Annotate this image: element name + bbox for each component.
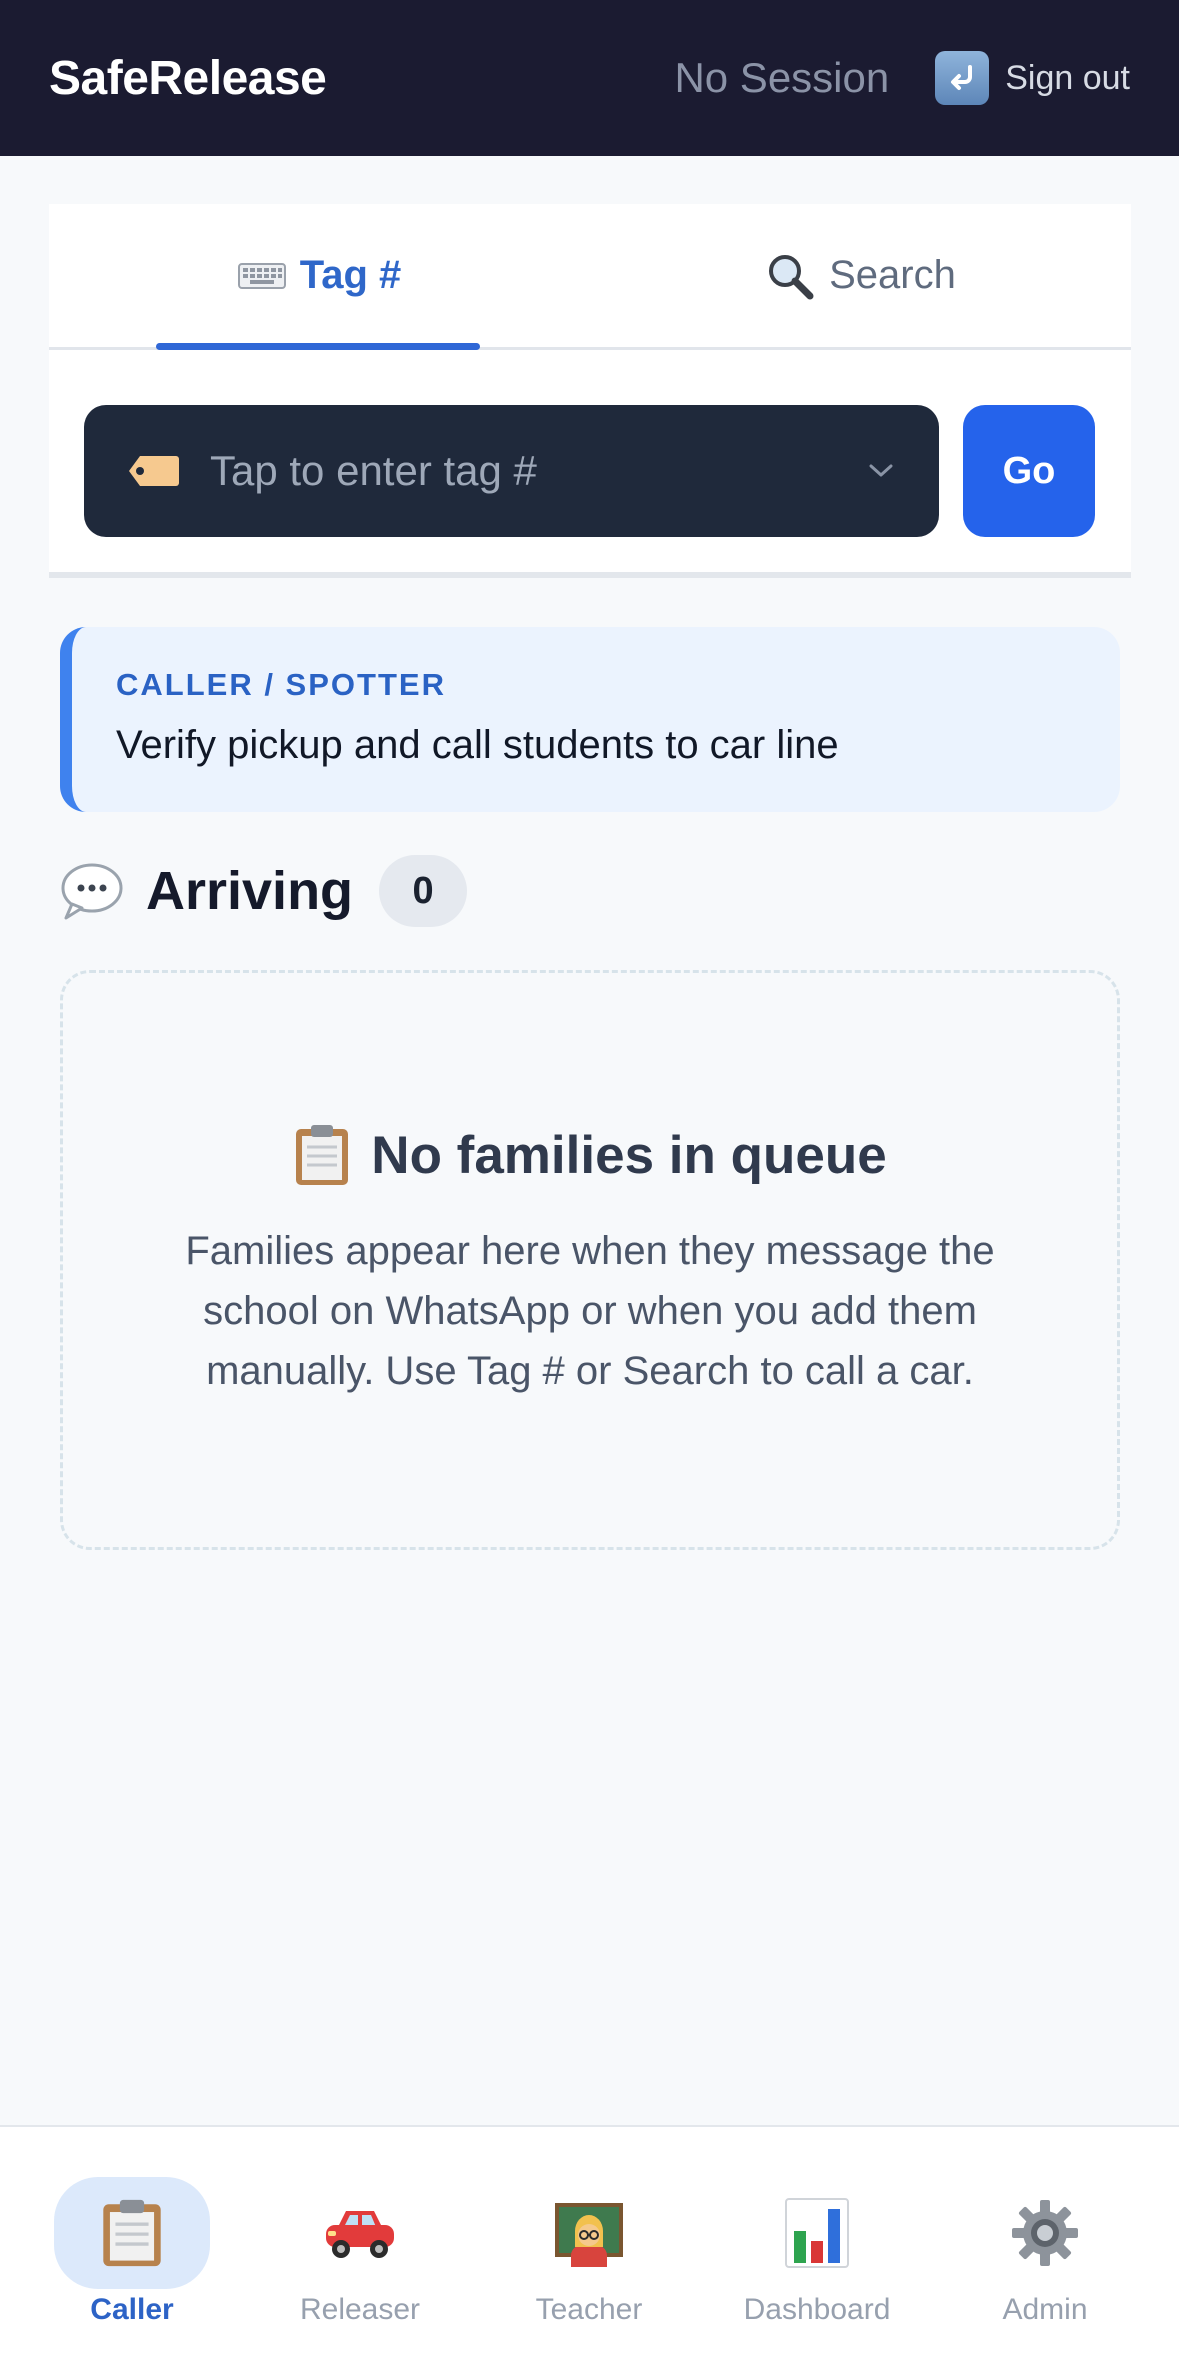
empty-state-message: Families appear here when they message t…: [185, 1229, 995, 1393]
tab-tag-number[interactable]: Tag #: [49, 204, 590, 347]
keyboard-icon: [237, 262, 286, 289]
nav-label-teacher: Teacher: [535, 2293, 643, 2326]
empty-state-title: No families in queue: [371, 1125, 887, 1185]
nav-icon-container: [511, 2177, 667, 2289]
tab-tag-label: Tag #: [299, 253, 402, 297]
tag-entry-row: Tap to enter tag # Go: [84, 405, 1096, 537]
nav-icon-container: [282, 2177, 438, 2289]
speech-bubble-icon: [61, 863, 123, 920]
nav-item-releaser[interactable]: Releaser: [260, 2177, 460, 2327]
header-actions: No Session Sign out: [674, 51, 1130, 105]
nav-icon-container: [967, 2177, 1123, 2289]
mode-tabs: Tag # Search: [49, 204, 1131, 350]
teacher-icon: [555, 2203, 623, 2267]
tag-number-input[interactable]: Tap to enter tag #: [84, 405, 939, 537]
clipboard-icon: [296, 1125, 349, 1185]
top-bar: SafeRelease No Session Sign out: [0, 0, 1179, 156]
sign-out-button[interactable]: Sign out: [935, 51, 1130, 105]
card-divider: [49, 572, 1131, 578]
gear-icon: [1012, 2200, 1078, 2266]
empty-queue-panel: No families in queue Families appear her…: [60, 970, 1120, 1550]
nav-label-releaser: Releaser: [299, 2293, 421, 2326]
tag-input-placeholder: Tap to enter tag #: [210, 447, 537, 494]
tag-icon: [129, 456, 179, 486]
return-arrow-icon: [935, 51, 990, 105]
bar-chart-icon: [785, 2198, 849, 2268]
empty-state-title-row: No families in queue: [293, 1123, 887, 1187]
arriving-title: Arriving: [146, 861, 354, 921]
role-description: Verify pickup and call students to car l…: [116, 723, 839, 767]
sign-out-label: Sign out: [1005, 58, 1130, 97]
nav-label-admin: Admin: [1002, 2293, 1088, 2326]
tab-search-label: Search: [829, 253, 956, 297]
active-tab-indicator: [156, 343, 480, 350]
role-banner: CALLER / SPOTTER Verify pickup and call …: [60, 627, 1120, 812]
nav-label-dashboard: Dashboard: [743, 2293, 891, 2326]
tab-search[interactable]: Search: [590, 204, 1131, 347]
role-title: CALLER / SPOTTER: [116, 667, 446, 702]
nav-item-caller[interactable]: Caller: [32, 2177, 232, 2327]
nav-item-teacher[interactable]: Teacher: [489, 2177, 689, 2327]
arriving-count-badge: 0: [379, 855, 468, 927]
nav-item-admin[interactable]: Admin: [945, 2177, 1145, 2327]
call-card: Tag # Search Tap to enter tag # Go: [49, 204, 1131, 578]
app-screen: SafeRelease No Session Sign out Tag # Se…: [0, 0, 1179, 2379]
arriving-header: Arriving 0: [60, 855, 468, 927]
magnifier-icon: [765, 251, 815, 301]
go-button[interactable]: Go: [963, 405, 1095, 537]
app-title: SafeRelease: [49, 51, 327, 105]
car-icon: [326, 2211, 394, 2258]
clipboard-icon: [103, 2199, 161, 2267]
nav-label-caller: Caller: [90, 2293, 174, 2326]
bottom-navigation: Caller Releaser Teacher Dashboard Admin: [0, 2125, 1179, 2379]
nav-icon-container: [54, 2177, 210, 2289]
chevron-down-icon: [869, 464, 893, 477]
session-status: No Session: [674, 54, 890, 101]
nav-item-dashboard[interactable]: Dashboard: [717, 2177, 917, 2327]
nav-icon-container: [739, 2177, 895, 2289]
